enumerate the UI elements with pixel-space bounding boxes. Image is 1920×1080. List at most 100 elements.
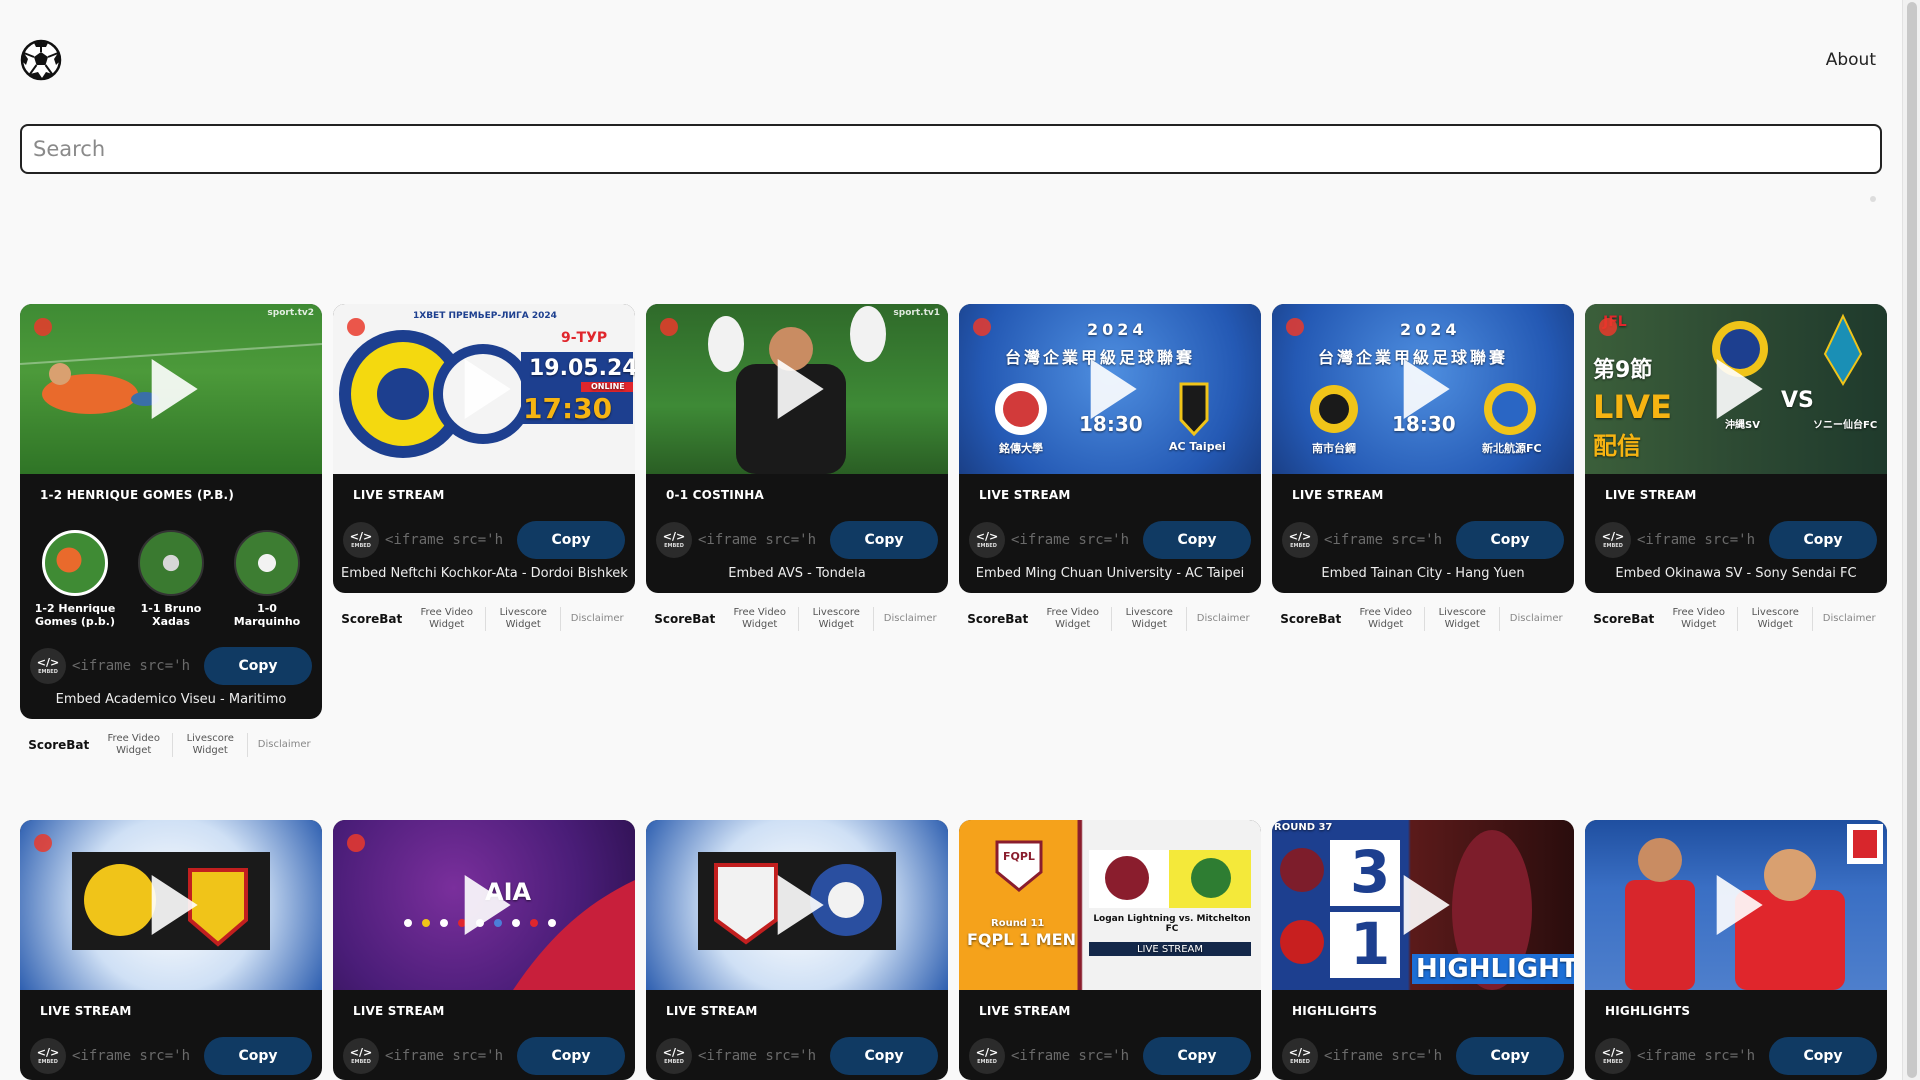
play-icon[interactable] [151, 359, 198, 419]
free-video-widget-link[interactable]: Free Video Widget [1348, 607, 1425, 631]
play-icon[interactable] [1716, 359, 1763, 419]
livescore-widget-link[interactable]: Livescore Widget [1738, 607, 1814, 631]
copy-button[interactable]: Copy [1769, 1037, 1877, 1075]
livescore-widget-link[interactable]: Livescore Widget [1425, 607, 1501, 631]
embed-bar: </>EMBED Copy [1272, 516, 1574, 564]
copy-button[interactable]: Copy [830, 521, 938, 559]
livescore-widget-link[interactable]: Livescore Widget [173, 733, 249, 757]
copy-button[interactable]: Copy [517, 521, 625, 559]
goal-thumbnail [138, 530, 204, 596]
embed-code-field[interactable] [1324, 532, 1450, 548]
video-title: LIVE STREAM [40, 1004, 132, 1018]
copy-button[interactable]: Copy [830, 1037, 938, 1075]
embed-code-field[interactable] [1637, 532, 1763, 548]
disclaimer-link[interactable]: Disclaimer [1813, 613, 1885, 625]
goal-item[interactable]: 1-2 Henrique Gomes (p.b.) [32, 530, 118, 628]
thumb-haishin: 配信 [1593, 432, 1641, 460]
video-thumbnail[interactable]: ROUND 37 3 1 HIGHLIGHTS [1272, 820, 1574, 990]
free-video-widget-link[interactable]: Free Video Widget [409, 607, 486, 631]
play-icon[interactable] [1090, 359, 1137, 419]
copy-button[interactable]: Copy [1456, 1037, 1564, 1075]
thumb-home-team: 銘傳大學 [999, 442, 1043, 455]
scorebat-link[interactable]: ScoreBat [1274, 613, 1348, 625]
play-icon[interactable] [464, 875, 511, 935]
video-title: LIVE STREAM [666, 1004, 758, 1018]
video-thumbnail[interactable]: 1XBET ПРЕМЬЕР-ЛИГА 2024 9-ТУР 19.05.24 O… [333, 304, 635, 474]
embed-code-field[interactable] [1324, 1048, 1450, 1064]
embed-code-field[interactable] [1637, 1048, 1763, 1064]
thumb-round: 9-ТУР [561, 330, 608, 346]
soccer-ball-logo-icon[interactable] [20, 39, 62, 81]
video-thumbnail[interactable] [1585, 820, 1887, 990]
disclaimer-link[interactable]: Disclaimer [1187, 613, 1259, 625]
thumb-vs: VS [1781, 388, 1814, 413]
about-link[interactable]: About [1826, 50, 1876, 70]
free-video-widget-link[interactable]: Free Video Widget [1661, 607, 1738, 631]
video-thumbnail[interactable] [20, 820, 322, 990]
disclaimer-link[interactable]: Disclaimer [561, 613, 633, 625]
video-thumbnail[interactable]: FQPL Round 11 FQPL 1 MEN Logan Lightning… [959, 820, 1261, 990]
goal-thumbnail [234, 530, 300, 596]
thumb-home-score: 3 [1350, 838, 1391, 906]
disclaimer-link[interactable]: Disclaimer [248, 739, 320, 751]
livescore-widget-link[interactable]: Livescore Widget [1112, 607, 1188, 631]
goal-item[interactable]: 1-0 Marquinho [224, 530, 310, 628]
play-icon[interactable] [777, 875, 824, 935]
embed-code-field[interactable] [698, 1048, 824, 1064]
video-thumbnail[interactable]: sport.tv2 [20, 304, 322, 474]
embed-code-icon: </> EMBED [1595, 522, 1631, 558]
play-icon[interactable] [464, 359, 511, 419]
copy-button[interactable]: Copy [1143, 1037, 1251, 1075]
video-thumbnail[interactable]: 2024 台灣企業甲級足球聯賽 18:30 銘傳大學 AC Taipei [959, 304, 1261, 474]
play-icon[interactable] [1403, 359, 1450, 419]
embed-code-field[interactable] [698, 532, 824, 548]
thumb-year: 2024 [1400, 320, 1461, 339]
scorebat-link[interactable]: ScoreBat [22, 739, 96, 751]
video-thumbnail[interactable]: 2024 台灣企業甲級足球聯賽 18:30 南市台鋼 新北航源FC [1272, 304, 1574, 474]
livescore-widget-link[interactable]: Livescore Widget [486, 607, 562, 631]
embed-code-field[interactable] [1011, 532, 1137, 548]
video-thumbnail[interactable]: sport.tv1 [646, 304, 948, 474]
embed-bar: </>EMBED Copy [20, 1032, 322, 1080]
copy-button[interactable]: Copy [204, 1037, 312, 1075]
video-thumbnail[interactable] [646, 820, 948, 990]
copy-button[interactable]: Copy [1769, 521, 1877, 559]
copy-button[interactable]: Copy [517, 1037, 625, 1075]
play-icon[interactable] [777, 359, 824, 419]
disclaimer-link[interactable]: Disclaimer [874, 613, 946, 625]
livescore-widget-link[interactable]: Livescore Widget [799, 607, 875, 631]
video-title: 1-2 HENRIQUE GOMES (P.B.) [40, 488, 234, 502]
copy-button[interactable]: Copy [204, 647, 312, 685]
free-video-widget-link[interactable]: Free Video Widget [1035, 607, 1112, 631]
play-icon[interactable] [1716, 875, 1763, 935]
video-cell: sport.tv1 0-1 COSTINHA </>EMBED Copy Emb… [646, 304, 948, 820]
scrollbar-thumb[interactable] [1907, 2, 1917, 1078]
header: About [20, 38, 1876, 82]
page: About sport.tv2 [0, 0, 1920, 1080]
video-card: AIA LIVE STREAM </>EMBED Copy [333, 820, 635, 1080]
embed-bar: </>EMBED Copy [959, 1032, 1261, 1080]
video-card: HIGHLIGHTS </>EMBED Copy [1585, 820, 1887, 1080]
search-input[interactable] [20, 124, 1882, 174]
scorebat-link[interactable]: ScoreBat [648, 613, 722, 625]
scorebat-link[interactable]: ScoreBat [1587, 613, 1661, 625]
embed-code-icon: </> EMBED [343, 522, 379, 558]
play-icon[interactable] [151, 875, 198, 935]
disclaimer-link[interactable]: Disclaimer [1500, 613, 1572, 625]
video-thumbnail[interactable]: AIA [333, 820, 635, 990]
free-video-widget-link[interactable]: Free Video Widget [722, 607, 799, 631]
free-video-widget-link[interactable]: Free Video Widget [96, 733, 173, 757]
play-icon[interactable] [1403, 875, 1450, 935]
embed-code-field[interactable] [72, 1048, 198, 1064]
embed-code-field[interactable] [385, 1048, 511, 1064]
embed-code-field[interactable] [1011, 1048, 1137, 1064]
goal-item[interactable]: 1-1 Bruno Xadas [128, 530, 214, 628]
scorebat-link[interactable]: ScoreBat [961, 613, 1035, 625]
video-thumbnail[interactable]: JFL 第9節 LIVE 配信 VS 沖縄SV ソニー仙台FC [1585, 304, 1887, 474]
embed-code-field[interactable] [72, 658, 198, 674]
copy-button[interactable]: Copy [1456, 521, 1564, 559]
copy-button[interactable]: Copy [1143, 521, 1251, 559]
embed-code-field[interactable] [385, 532, 511, 548]
scorebat-link[interactable]: ScoreBat [335, 613, 409, 625]
page-scrollbar[interactable] [1902, 0, 1920, 1080]
